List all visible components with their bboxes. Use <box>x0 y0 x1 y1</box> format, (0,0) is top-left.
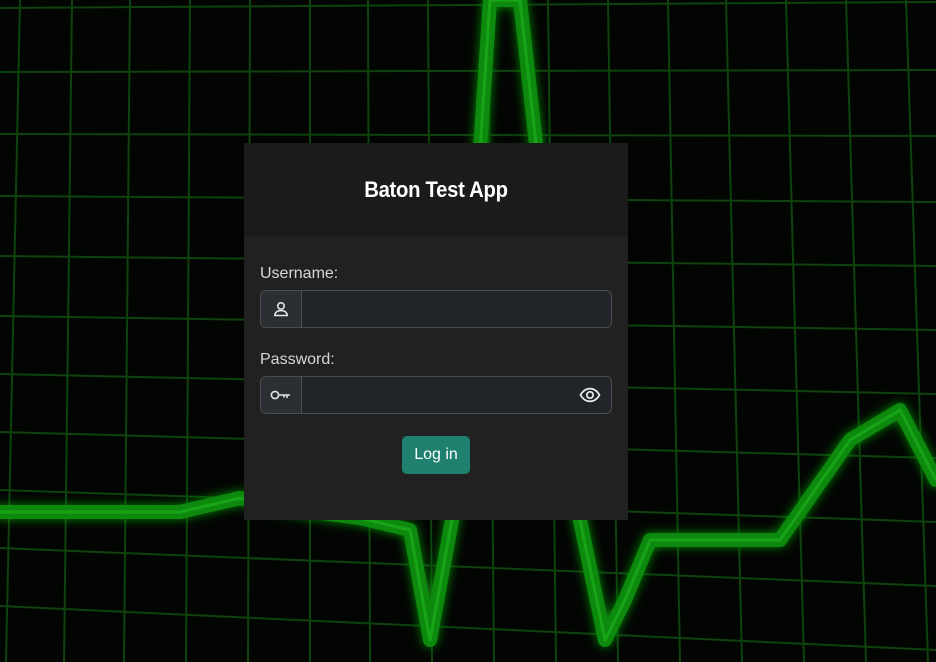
username-input[interactable] <box>302 291 611 327</box>
login-button[interactable]: Log in <box>402 436 470 474</box>
user-icon <box>261 291 302 327</box>
card-header: Baton Test App <box>244 143 628 237</box>
eye-icon[interactable] <box>575 377 605 413</box>
app-title: Baton Test App <box>364 177 508 202</box>
username-input-group <box>260 290 612 328</box>
password-input-group <box>260 376 612 414</box>
password-input[interactable] <box>302 377 611 413</box>
login-card: Baton Test App Username: Password: Log i <box>244 143 628 520</box>
key-icon <box>261 377 302 413</box>
password-label: Password: <box>260 351 335 368</box>
username-label: Username: <box>260 265 339 282</box>
